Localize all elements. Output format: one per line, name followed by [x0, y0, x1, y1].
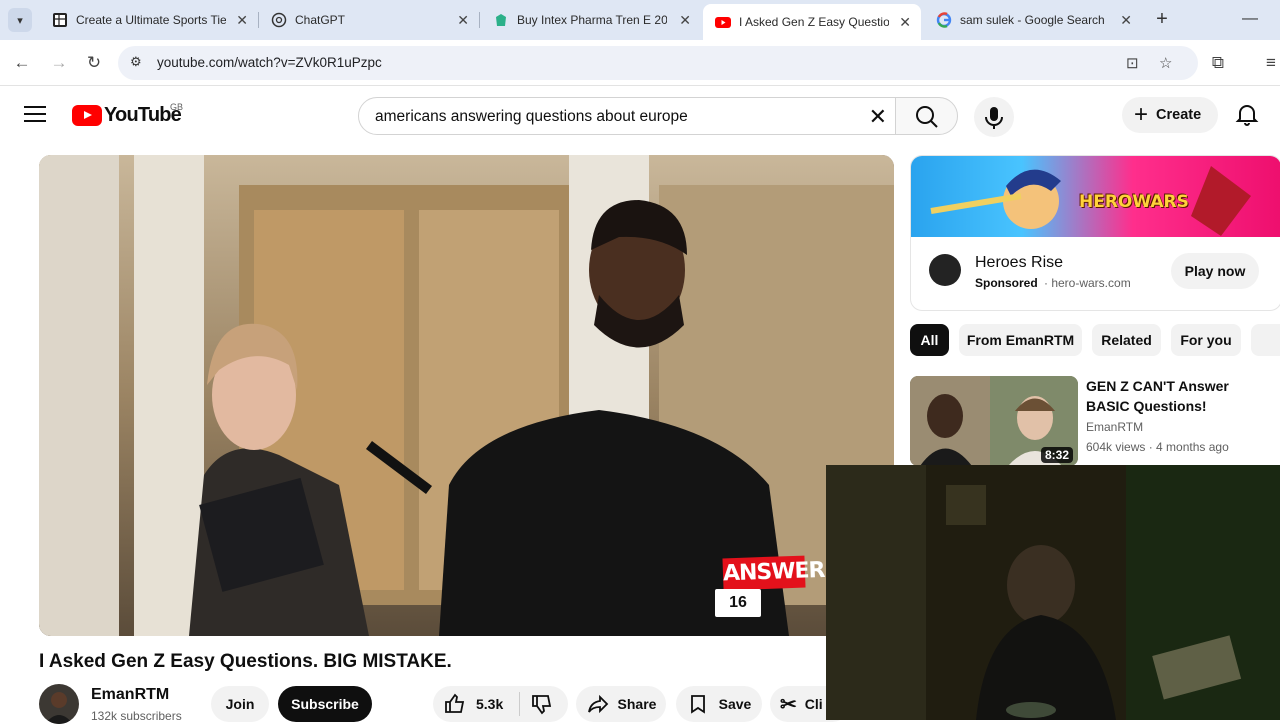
- search-button[interactable]: [895, 97, 958, 135]
- voice-search-button[interactable]: [974, 97, 1014, 137]
- youtube-favicon-icon: [715, 17, 731, 28]
- youtube-play-logo-icon: [72, 105, 102, 126]
- ad-title: Heroes Rise: [975, 254, 1064, 271]
- shopify-favicon-icon: [496, 14, 506, 26]
- join-button[interactable]: Join: [211, 686, 269, 722]
- search-query: americans answering questions about euro…: [375, 108, 688, 125]
- recommended-video-thumbnail[interactable]: 8:32: [910, 376, 1078, 466]
- browser-tab-1[interactable]: Create a Ultimate Sports Tie ✕: [40, 4, 258, 36]
- youtube-logo[interactable]: YouTube GB: [72, 102, 184, 127]
- chip-from-channel[interactable]: From EmanRTM: [959, 324, 1082, 356]
- browser-toolbar: ← → ↻ ⚙ youtube.com/watch?v=ZVk0R1uPzpc …: [0, 40, 1280, 86]
- video-player[interactable]: ANSWER 16: [39, 155, 894, 636]
- close-tab-icon[interactable]: ✕: [1120, 12, 1132, 29]
- ad-banner-image: HEROWARS: [911, 156, 1280, 237]
- tab-search-button[interactable]: ▾: [8, 8, 32, 32]
- browser-tab-2[interactable]: ChatGPT ✕: [259, 4, 479, 36]
- close-tab-icon[interactable]: ✕: [457, 12, 469, 29]
- thumbs-up-icon[interactable]: [443, 692, 467, 716]
- chip-all[interactable]: All: [910, 324, 949, 356]
- close-tab-icon[interactable]: ✕: [899, 14, 911, 31]
- recommended-video-channel[interactable]: EmanRTM: [1086, 420, 1143, 434]
- clear-search-icon[interactable]: ✕: [869, 104, 887, 130]
- notifications-bell-icon[interactable]: [1234, 101, 1260, 127]
- question-number-overlay: 16: [715, 589, 761, 617]
- country-code: GB: [170, 102, 184, 112]
- create-button[interactable]: + Create: [1122, 97, 1218, 133]
- google-favicon-icon: [936, 12, 952, 28]
- address-bar[interactable]: ⚙ youtube.com/watch?v=ZVk0R1uPzpc ⊡ ☆: [118, 46, 1198, 80]
- sponsored-ad-card[interactable]: HEROWARS Heroes Rise Sponsored · hero-wa…: [910, 155, 1280, 311]
- play-now-button[interactable]: Play now: [1171, 253, 1259, 289]
- webcam-overlay: [826, 465, 1280, 720]
- webcam-image: [826, 465, 1280, 720]
- like-count[interactable]: 5.3k: [476, 696, 503, 712]
- browser-tab-5[interactable]: sam sulek - Google Search ✕: [924, 4, 1142, 36]
- video-duration: 8:32: [1040, 447, 1073, 463]
- clip-label: Cli: [804, 696, 823, 712]
- search-input[interactable]: americans answering questions about euro…: [358, 97, 896, 135]
- bookmark-icon: [690, 695, 705, 714]
- browser-tab-bar: ▾ Create a Ultimate Sports Tie ✕ ChatGPT…: [0, 0, 1280, 40]
- browser-tab-active[interactable]: I Asked Gen Z Easy Question ✕: [703, 4, 921, 40]
- youtube-header: YouTube GB americans answering questions…: [0, 87, 1280, 143]
- extensions-icon[interactable]: ⧉: [1207, 52, 1229, 74]
- install-app-icon[interactable]: ⊡: [1126, 54, 1139, 72]
- tab-title: Buy Intex Pharma Tren E 200: [517, 13, 667, 27]
- browser-tab-3[interactable]: Buy Intex Pharma Tren E 200 ✕: [481, 4, 701, 36]
- chatgpt-favicon-icon: [271, 12, 287, 28]
- create-label: Create: [1156, 107, 1202, 123]
- tab-title: Create a Ultimate Sports Tie: [76, 13, 226, 27]
- reading-list-icon[interactable]: ≡: [1260, 52, 1280, 74]
- advertiser-logo: [929, 254, 961, 286]
- save-label: Save: [718, 696, 752, 712]
- ad-banner-text: HEROWARS: [1079, 192, 1189, 212]
- scissors-icon: ✂: [780, 693, 797, 716]
- bookmark-star-icon[interactable]: ☆: [1159, 54, 1172, 72]
- chip-related[interactable]: Related: [1092, 324, 1161, 356]
- recommended-video-title[interactable]: GEN Z CAN'T Answer BASIC Questions!: [1086, 376, 1276, 416]
- subscriber-count: 132k subscribers: [91, 709, 182, 723]
- thumbs-down-icon[interactable]: [530, 692, 554, 716]
- like-dislike-group: 5.3k: [433, 686, 568, 722]
- plus-icon: +: [1134, 101, 1149, 128]
- site-info-icon[interactable]: ⚙: [130, 54, 148, 72]
- subscribe-button[interactable]: Subscribe: [278, 686, 372, 722]
- tab-title: sam sulek - Google Search: [960, 13, 1105, 27]
- search-icon: [916, 106, 938, 128]
- tab-title: I Asked Gen Z Easy Question: [739, 15, 889, 29]
- back-icon[interactable]: ←: [11, 52, 33, 74]
- close-tab-icon[interactable]: ✕: [236, 12, 248, 29]
- microphone-icon: [985, 107, 1003, 129]
- chip-next[interactable]: [1251, 324, 1280, 356]
- tab-title: ChatGPT: [295, 13, 346, 27]
- chip-for-you[interactable]: For you: [1171, 324, 1241, 356]
- channel-name[interactable]: EmanRTM: [91, 686, 169, 704]
- forward-icon[interactable]: →: [48, 52, 70, 74]
- menu-icon[interactable]: [24, 106, 46, 127]
- minimize-window-icon[interactable]: —: [1240, 10, 1260, 30]
- avatar-image: [45, 692, 73, 724]
- save-button[interactable]: Save: [676, 686, 762, 722]
- ad-domain: · hero-wars.com: [1044, 276, 1131, 290]
- video-title: I Asked Gen Z Easy Questions. BIG MISTAK…: [39, 651, 452, 672]
- sponsored-label: Sponsored: [975, 276, 1038, 290]
- new-tab-icon[interactable]: +: [1150, 8, 1174, 32]
- reload-icon[interactable]: ↻: [83, 52, 105, 74]
- channel-avatar[interactable]: [39, 684, 79, 724]
- tab-separator: [479, 12, 480, 28]
- close-tab-icon[interactable]: ✕: [679, 12, 691, 29]
- recommended-video-meta: 604k views · 4 months ago: [1086, 440, 1229, 454]
- url-text: youtube.com/watch?v=ZVk0R1uPzpc: [157, 55, 382, 70]
- answer-overlay: ANSWER: [722, 555, 825, 591]
- like-divider: [519, 692, 521, 716]
- share-button[interactable]: Share: [576, 686, 666, 722]
- share-label: Share: [617, 696, 657, 712]
- share-icon: [587, 694, 608, 714]
- sheets-favicon-icon: [53, 13, 67, 27]
